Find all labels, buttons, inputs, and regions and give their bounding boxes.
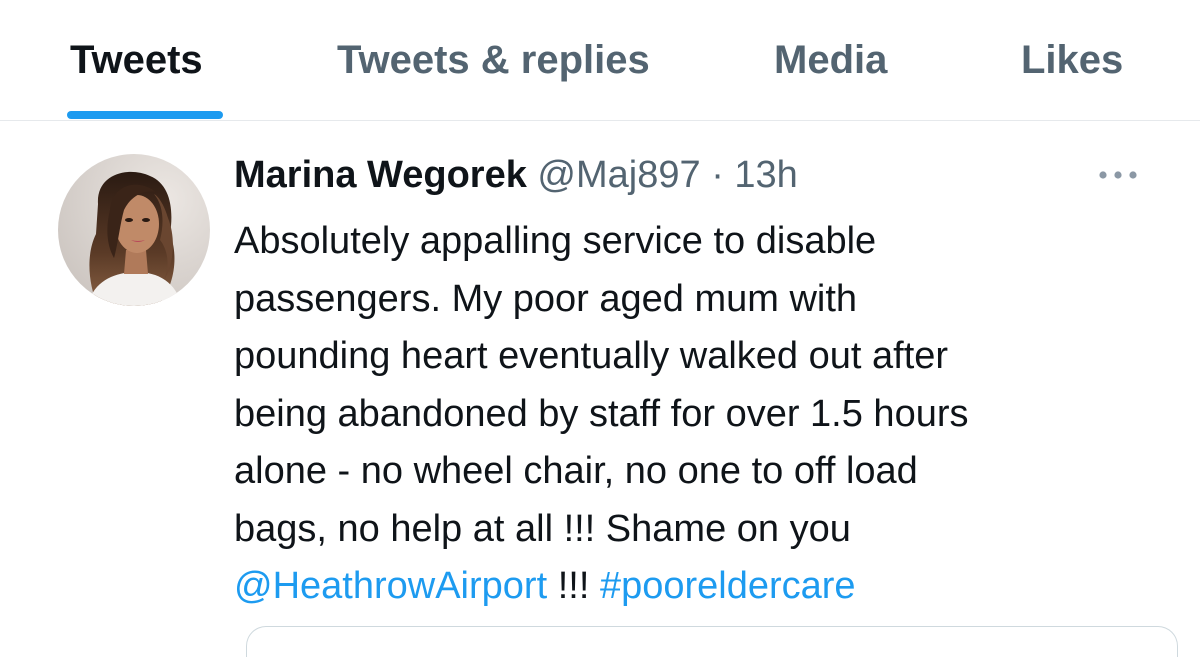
tweet-text-line: Absolutely appalling service to disable [234,220,877,262]
display-name[interactable]: Marina Wegorek [234,154,527,196]
avatar[interactable] [58,154,210,306]
separator-dot: · [711,154,724,196]
tab-likes[interactable]: Likes [1021,38,1123,82]
tweet-text-line-last: @HeathrowAirport !!! #pooreldercare [234,558,1134,616]
tweet-text: Absolutely appalling service to disable … [234,213,1134,616]
tweet-text-line: being abandoned by staff for over 1.5 ho… [234,392,969,435]
media-card-edge[interactable] [246,626,1178,657]
active-tab-indicator [67,111,223,119]
tweet-text-line: alone - no wheel chair, no one to off lo… [234,450,918,492]
tweet[interactable]: Marina Wegorek @Maj897 · 13h Absolutely … [0,121,1200,657]
tweet-timestamp[interactable]: 13h [734,154,797,196]
hashtag-link[interactable]: #pooreldercare [600,565,856,607]
mention-link[interactable]: @HeathrowAirport [234,565,547,607]
tweet-text-fragment: !!! [547,565,600,607]
tweet-text-line: passengers. My poor aged mum with [234,277,858,320]
tab-media[interactable]: Media [774,38,887,82]
tweet-header: Marina Wegorek @Maj897 · 13h [234,151,798,199]
user-handle[interactable]: @Maj897 [537,154,700,196]
tweet-text-line: bags, no help at all !!! Shame on you [234,507,851,550]
tab-tweets-and-replies[interactable]: Tweets & replies [337,38,650,82]
profile-tab-bar: Tweets Tweets & replies Media Likes [0,0,1200,121]
tweet-text-line: pounding heart eventually walked out aft… [234,335,949,377]
more-horizontal-icon[interactable] [1094,161,1142,189]
tab-tweets[interactable]: Tweets [70,38,203,82]
avatar-image [58,154,210,306]
